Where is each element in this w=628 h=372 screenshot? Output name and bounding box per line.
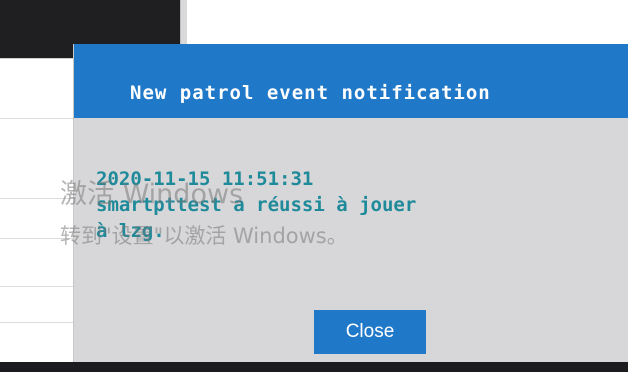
dialog-title: New patrol event notification <box>130 82 491 104</box>
event-message-line: smartpttest a réussi à jouer <box>96 194 417 216</box>
background-splitter <box>180 0 187 44</box>
close-button[interactable]: Close <box>314 310 426 354</box>
screen: New patrol event notification 2020-11-15… <box>0 0 628 372</box>
dialog-message: 2020-11-15 11:51:31 smartpttest a réussi… <box>96 166 628 244</box>
patrol-event-dialog: New patrol event notification 2020-11-15… <box>74 44 628 362</box>
background-row-divider <box>0 286 80 287</box>
background-row-divider <box>0 322 80 323</box>
dialog-header: New patrol event notification <box>74 44 628 118</box>
background-panel <box>0 58 80 119</box>
background-row-divider <box>0 238 80 239</box>
background-row-divider <box>0 198 80 199</box>
event-message-line: à lzg. <box>96 220 165 242</box>
background-taskbar <box>0 362 628 372</box>
background-row-divider <box>0 118 80 119</box>
event-timestamp: 2020-11-15 11:51:31 <box>96 168 314 190</box>
